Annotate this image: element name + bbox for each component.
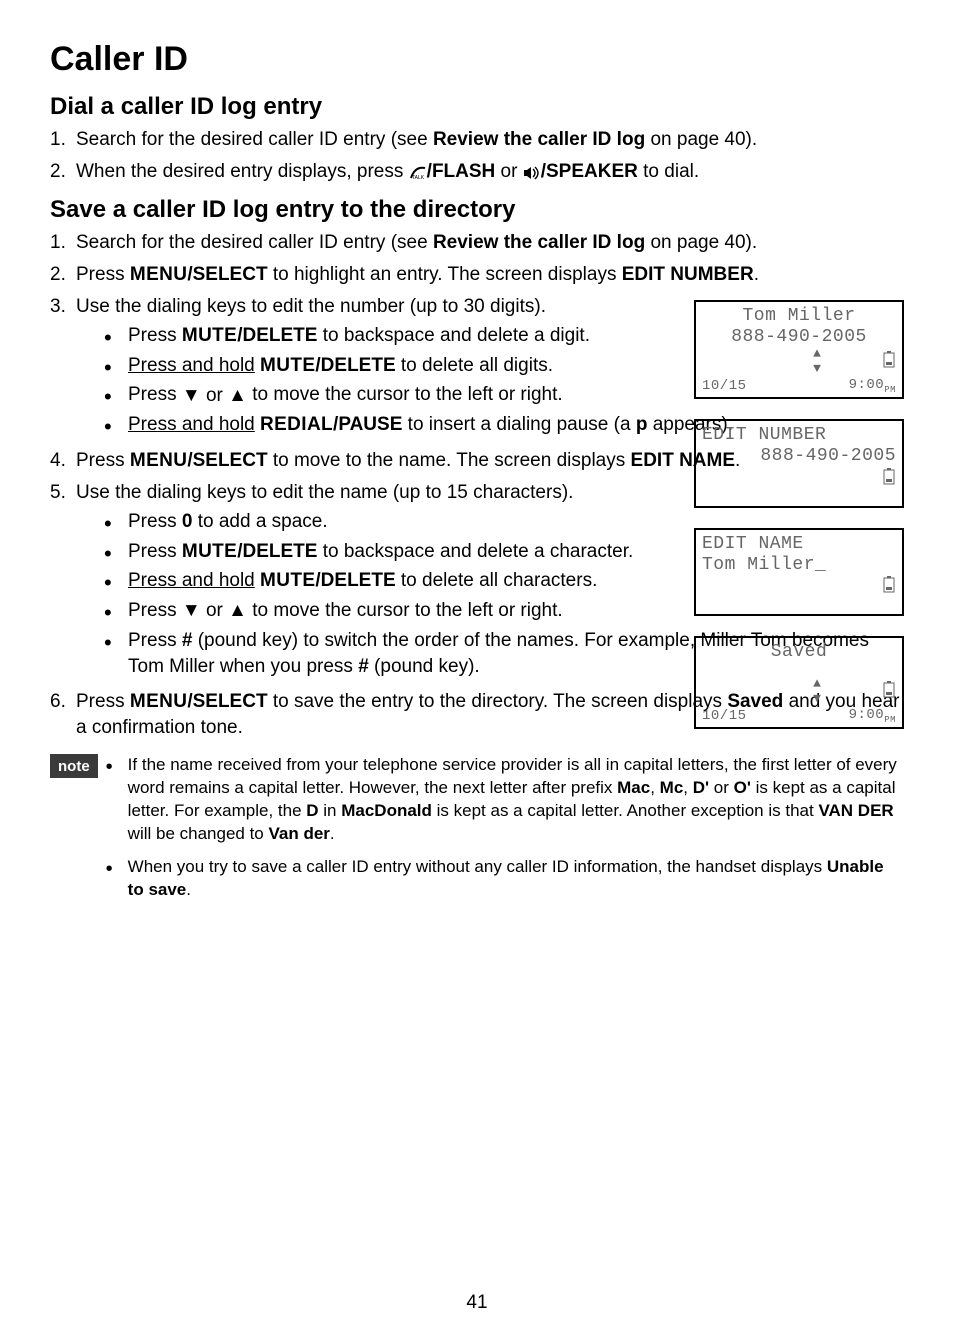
step5-sub-3: Press and hold MUTE/DELETE to delete all… — [104, 568, 744, 594]
updown-icon: ▲▼ — [813, 347, 819, 377]
save-step-1: 1. Search for the desired caller ID entr… — [50, 230, 904, 256]
lcd-panel-3: EDIT NAME Tom Miller_ — [694, 528, 904, 616]
battery-icon — [882, 575, 896, 598]
note-item-2: When you try to save a caller ID entry w… — [106, 856, 904, 902]
talk-icon: TALK — [409, 161, 427, 182]
battery-icon — [882, 467, 896, 490]
lcd-column: Tom Miller 888-490-2005 ▲▼ 10/15 9:00PM … — [694, 300, 904, 729]
note-list: If the name received from your telephone… — [106, 754, 904, 912]
lcd-panel-4: Saved ▲▼ 10/15 9:00PM — [694, 636, 904, 729]
down-up-arrows-icon: ▼ or ▲ — [182, 383, 247, 409]
battery-icon — [882, 350, 896, 375]
page-number: 41 — [0, 1292, 954, 1314]
lcd-panel-2: EDIT NUMBER 888-490-2005 — [694, 419, 904, 507]
updown-icon: ▲▼ — [813, 677, 819, 707]
dial-steps: 1. Search for the desired caller ID entr… — [50, 127, 904, 184]
step5-sub-1: Press 0 to add a space. — [104, 509, 744, 535]
speaker-icon — [523, 161, 541, 182]
dial-step-1: 1. Search for the desired caller ID entr… — [50, 127, 904, 153]
page-title: Caller ID — [50, 40, 904, 79]
heading-dial: Dial a caller ID log entry — [50, 93, 904, 121]
heading-save: Save a caller ID log entry to the direct… — [50, 196, 904, 224]
down-up-arrows-icon: ▼ or ▲ — [182, 598, 247, 624]
dial-step-2: 2. When the desired entry displays, pres… — [50, 159, 904, 185]
save-step-2: 2. Press MENU/SELECT to highlight an ent… — [50, 262, 904, 288]
note-badge: note — [50, 754, 98, 778]
battery-icon — [882, 680, 896, 705]
lcd-panel-1: Tom Miller 888-490-2005 ▲▼ 10/15 9:00PM — [694, 300, 904, 399]
note-item-1: If the name received from your telephone… — [106, 754, 904, 846]
step5-sub-2: Press MUTE/DELETE to backspace and delet… — [104, 539, 744, 565]
svg-text:TALK: TALK — [412, 175, 425, 180]
note-block: note If the name received from your tele… — [50, 754, 904, 912]
